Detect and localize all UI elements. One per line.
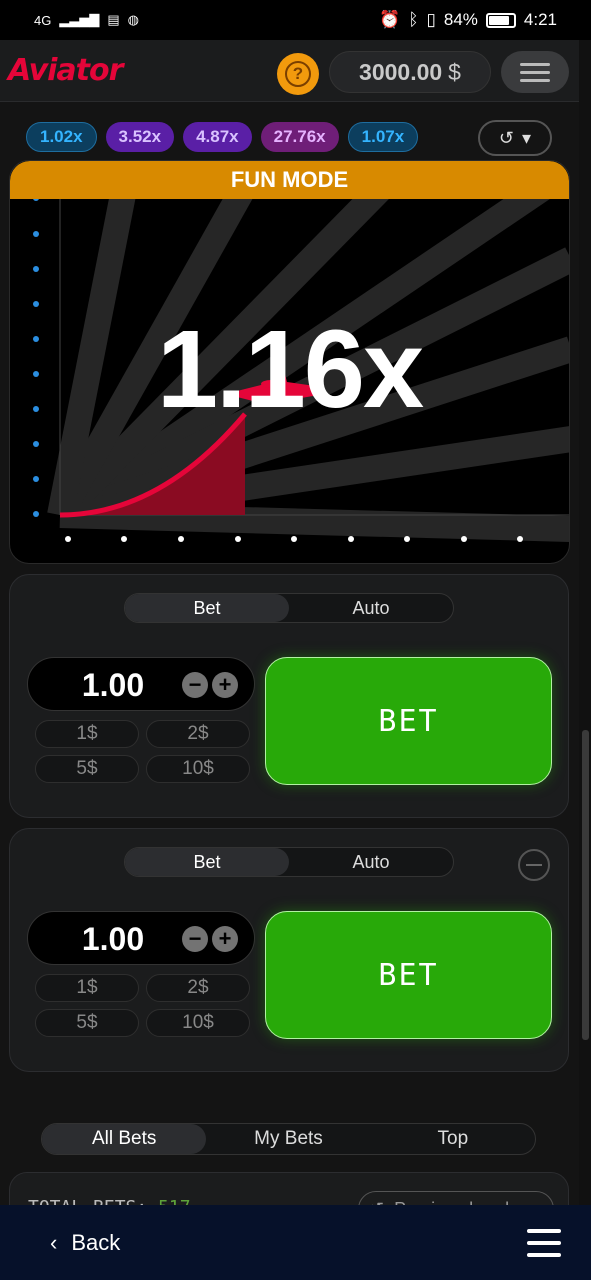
globe-icon: ◍ bbox=[127, 12, 139, 27]
vibrate-icon: ▯ bbox=[426, 10, 436, 29]
quick-amount-button[interactable]: 2$ bbox=[146, 720, 250, 748]
multiplier-history: 1.02x 3.52x 4.87x 27.76x 1.07x bbox=[26, 122, 419, 152]
plus-icon[interactable]: + bbox=[212, 926, 238, 952]
minus-icon[interactable]: − bbox=[182, 926, 208, 952]
quick-amount-button[interactable]: 10$ bbox=[146, 755, 250, 783]
back-label: Back bbox=[71, 1229, 121, 1255]
tab-all-bets[interactable]: All Bets bbox=[42, 1124, 207, 1154]
alarm-icon: ⏰ bbox=[379, 10, 401, 29]
history-icon: ↺ bbox=[498, 127, 515, 148]
status-bar: 4G ▂▃▅▇ ▤ ◍ ⏰ ᛒ ▯ 84% 4:21 bbox=[0, 0, 591, 40]
history-multiplier[interactable]: 1.07x bbox=[347, 122, 419, 152]
tab-auto[interactable]: Auto bbox=[289, 594, 453, 622]
current-multiplier: 1.16x bbox=[156, 308, 424, 431]
help-button[interactable]: ? bbox=[277, 53, 319, 95]
balance-amount: 3000.00 bbox=[359, 58, 443, 85]
tab-top[interactable]: Top bbox=[371, 1124, 535, 1154]
hamburger-menu-icon[interactable] bbox=[527, 1228, 561, 1257]
remove-panel-button[interactable] bbox=[518, 849, 550, 881]
quick-amount-button[interactable]: 5$ bbox=[35, 755, 139, 783]
tab-auto[interactable]: Auto bbox=[289, 848, 453, 876]
bluetooth-icon: ᛒ bbox=[408, 10, 419, 29]
bet-button[interactable]: BET bbox=[265, 657, 552, 785]
battery-icon bbox=[485, 12, 516, 28]
back-button[interactable]: ‹ Back bbox=[50, 1230, 120, 1256]
history-toggle-button[interactable]: ↺ ▾ bbox=[478, 120, 552, 156]
tab-my-bets[interactable]: My Bets bbox=[206, 1124, 370, 1154]
quick-amount-button[interactable]: 2$ bbox=[146, 974, 250, 1002]
chevron-left-icon: ‹ bbox=[50, 1229, 58, 1255]
game-canvas: FUN MODE 1.16x bbox=[9, 160, 570, 564]
bet-amount-input[interactable]: 1.00 bbox=[28, 658, 198, 712]
bet-mode-tabs: Bet Auto bbox=[124, 847, 454, 877]
quick-amount-button[interactable]: 5$ bbox=[35, 1009, 139, 1037]
aviator-logo[interactable]: Aviator bbox=[8, 53, 123, 88]
quick-amount-button[interactable]: 1$ bbox=[35, 720, 139, 748]
notification-icon: ▤ bbox=[107, 12, 120, 27]
app-header: Aviator ? 3000.00 $ bbox=[0, 40, 591, 102]
bet-amount-input[interactable]: 1.00 bbox=[28, 912, 198, 966]
balance-display: 3000.00 $ bbox=[329, 51, 491, 93]
plus-icon[interactable]: + bbox=[212, 672, 238, 698]
minus-icon[interactable]: − bbox=[182, 672, 208, 698]
tab-bet[interactable]: Bet bbox=[125, 848, 289, 876]
battery-percent: 84% bbox=[443, 10, 478, 29]
menu-icon bbox=[520, 62, 550, 66]
chevron-down-icon: ▾ bbox=[522, 127, 532, 148]
tab-bet[interactable]: Bet bbox=[125, 594, 289, 622]
bet-panel-1: Bet Auto 1.00 − + 1$ 2$ 5$ 10$ BET bbox=[9, 574, 569, 818]
bets-list-tabs: All Bets My Bets Top bbox=[41, 1123, 536, 1155]
bet-panel-2: Bet Auto 1.00 − + 1$ 2$ 5$ 10$ BET bbox=[9, 828, 569, 1072]
history-multiplier[interactable]: 27.76x bbox=[260, 122, 339, 152]
quick-amount-button[interactable]: 1$ bbox=[35, 974, 139, 1002]
clock: 4:21 bbox=[523, 10, 557, 29]
bet-button[interactable]: BET bbox=[265, 911, 552, 1039]
balance-currency: $ bbox=[448, 58, 461, 85]
minus-icon bbox=[526, 864, 542, 866]
menu-button[interactable] bbox=[501, 51, 569, 93]
history-multiplier[interactable]: 1.02x bbox=[26, 122, 97, 152]
quick-amount-button[interactable]: 10$ bbox=[146, 1009, 250, 1037]
history-multiplier[interactable]: 3.52x bbox=[105, 122, 175, 152]
history-multiplier[interactable]: 4.87x bbox=[183, 122, 252, 152]
bet-amount-field: 1.00 − + bbox=[27, 657, 255, 711]
bottom-navigation: ‹ Back bbox=[0, 1205, 591, 1280]
fun-mode-banner: FUN MODE bbox=[10, 161, 569, 199]
question-icon: ? bbox=[285, 61, 311, 87]
bet-mode-tabs: Bet Auto bbox=[124, 593, 454, 623]
bet-amount-field: 1.00 − + bbox=[27, 911, 255, 965]
signal-icon: 4G bbox=[34, 12, 52, 28]
scrollbar-thumb[interactable] bbox=[582, 730, 589, 1040]
signal-bars-icon: ▂▃▅▇ bbox=[59, 12, 100, 27]
